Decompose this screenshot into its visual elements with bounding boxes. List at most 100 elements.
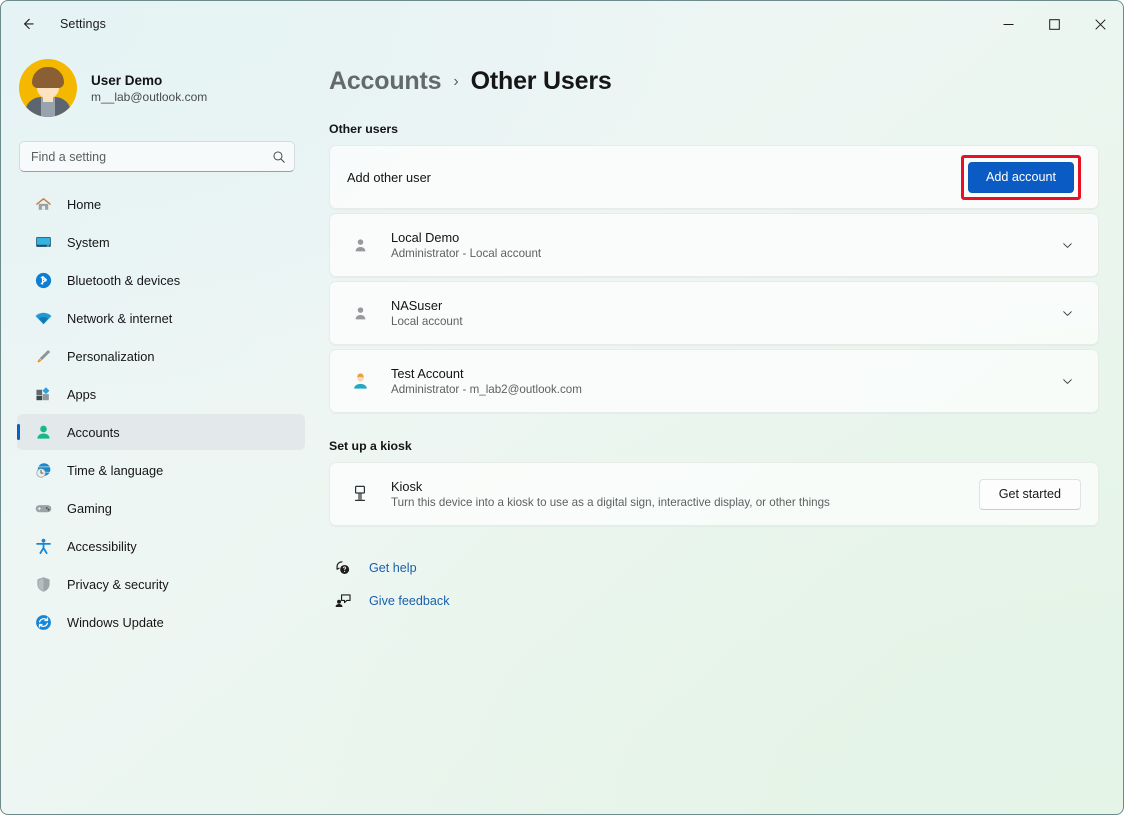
title-bar: Settings	[1, 1, 1123, 47]
sidebar-item-gaming[interactable]: Gaming	[17, 490, 305, 526]
search-box	[19, 141, 295, 172]
chevron-down-icon[interactable]	[1053, 231, 1081, 259]
sidebar-item-bluetooth-devices[interactable]: Bluetooth & devices	[17, 262, 305, 298]
search-input[interactable]	[19, 141, 295, 172]
table-row: Local Demo Administrator - Local account	[330, 214, 1098, 276]
main-content: Accounts › Other Users Other users Add o…	[321, 47, 1123, 814]
table-row: NASuser Local account	[330, 282, 1098, 344]
kiosk-row: Kiosk Turn this device into a kiosk to u…	[330, 463, 1098, 525]
kiosk-card: Kiosk Turn this device into a kiosk to u…	[329, 462, 1099, 526]
breadcrumb-parent[interactable]: Accounts	[329, 67, 442, 96]
sidebar: User Demo m__lab@outlook.com Find a sett…	[1, 47, 321, 814]
add-other-user-row: Add other user Add account	[330, 146, 1098, 208]
sidebar-item-label: Bluetooth & devices	[67, 272, 181, 288]
help-icon	[333, 558, 353, 578]
wifi-icon	[33, 308, 53, 328]
profile-block[interactable]: User Demo m__lab@outlook.com	[17, 47, 305, 127]
sidebar-item-apps[interactable]: Apps	[17, 376, 305, 412]
profile-name: User Demo	[91, 72, 163, 88]
sidebar-item-label: Time & language	[67, 462, 164, 478]
shield-icon	[33, 574, 53, 594]
sidebar-item-windows-update[interactable]: Windows Update	[17, 604, 305, 640]
person-generic-icon	[347, 304, 373, 323]
give-feedback-link[interactable]: Give feedback	[369, 594, 450, 608]
profile-email: m__lab@outlook.com	[91, 89, 208, 104]
close-button[interactable]	[1077, 1, 1123, 47]
account-name: Local Demo	[391, 230, 460, 245]
sidebar-item-accessibility[interactable]: Accessibility	[17, 528, 305, 564]
sidebar-item-label: Apps	[67, 386, 97, 402]
kiosk-title: Kiosk	[391, 479, 423, 494]
page-title: Other Users	[470, 67, 612, 95]
get-help-link-row[interactable]: Get help	[329, 554, 1103, 582]
maximize-icon	[1048, 18, 1060, 30]
account-name: NASuser	[391, 298, 443, 313]
table-row: Test Account Administrator - m_lab2@outl…	[330, 350, 1098, 412]
system-icon	[33, 232, 53, 252]
accounts-icon	[33, 422, 53, 442]
clock-globe-icon	[33, 460, 53, 480]
home-icon	[33, 194, 53, 214]
add-account-highlight-box: Add account	[960, 154, 1081, 200]
sidebar-item-label: Privacy & security	[67, 576, 169, 592]
add-other-user-label: Add other user	[347, 169, 431, 185]
sidebar-item-label: System	[67, 234, 110, 250]
arrow-left-icon	[24, 18, 34, 30]
bluetooth-icon	[33, 270, 53, 290]
back-button[interactable]	[12, 8, 44, 40]
sidebar-item-privacy-security[interactable]: Privacy & security	[17, 566, 305, 602]
minimize-icon	[1003, 23, 1013, 25]
breadcrumb: Accounts › Other Users	[329, 57, 1103, 96]
get-started-button[interactable]: Get started	[978, 478, 1081, 510]
sidebar-item-time-language[interactable]: Time & language	[17, 452, 305, 488]
kiosk-detail: Turn this device into a kiosk to use as …	[391, 496, 830, 509]
kiosk-section-label: Set up a kiosk	[329, 439, 412, 453]
sidebar-item-home[interactable]: Home	[17, 186, 305, 222]
navigation-list: Home System Bluetooth & devices Network …	[17, 186, 305, 640]
sidebar-item-label: Personalization	[67, 348, 155, 364]
sidebar-item-label: Accounts	[67, 424, 120, 440]
sidebar-item-system[interactable]: System	[17, 224, 305, 260]
paintbrush-icon	[33, 346, 53, 366]
kiosk-icon	[347, 484, 373, 504]
minimize-button[interactable]	[985, 1, 1031, 47]
account-name: Test Account	[391, 366, 464, 381]
person-color-icon	[347, 371, 373, 392]
account-detail: Administrator - Local account	[391, 247, 542, 260]
gamepad-icon	[33, 498, 53, 518]
get-help-link[interactable]: Get help	[369, 561, 417, 575]
sidebar-item-label: Windows Update	[67, 614, 164, 630]
person-generic-icon	[347, 236, 373, 255]
account-card[interactable]: Test Account Administrator - m_lab2@outl…	[329, 349, 1099, 413]
account-card[interactable]: NASuser Local account	[329, 281, 1099, 345]
search-icon	[272, 150, 285, 163]
app-title: Settings	[60, 17, 106, 31]
other-users-section-label: Other users	[329, 122, 399, 136]
close-icon	[1094, 18, 1106, 30]
search-button[interactable]	[266, 144, 291, 169]
update-icon	[33, 612, 53, 632]
sidebar-item-label: Home	[67, 196, 102, 212]
sidebar-item-personalization[interactable]: Personalization	[17, 338, 305, 374]
add-other-user-card: Add other user Add account	[329, 145, 1099, 209]
add-account-button[interactable]: Add account	[967, 161, 1074, 193]
give-feedback-link-row[interactable]: Give feedback	[329, 587, 1103, 615]
accessibility-icon	[33, 536, 53, 556]
sidebar-item-label: Gaming	[67, 500, 112, 516]
maximize-button[interactable]	[1031, 1, 1077, 47]
account-detail: Administrator - m_lab2@outlook.com	[391, 383, 582, 396]
chevron-down-icon[interactable]	[1053, 367, 1081, 395]
settings-window: Settings User Demo m__lab@outlook.com Fi…	[0, 0, 1124, 815]
chevron-down-icon[interactable]	[1053, 299, 1081, 327]
window-controls	[985, 1, 1123, 47]
account-detail: Local account	[391, 315, 463, 328]
sidebar-item-network-internet[interactable]: Network & internet	[17, 300, 305, 336]
sidebar-item-label: Network & internet	[67, 310, 173, 326]
footer-links: Get help Give feedback	[329, 554, 1103, 615]
feedback-icon	[333, 591, 353, 611]
sidebar-item-label: Accessibility	[67, 538, 137, 554]
avatar	[19, 59, 77, 117]
breadcrumb-separator-icon: ›	[453, 73, 459, 90]
account-card[interactable]: Local Demo Administrator - Local account	[329, 213, 1099, 277]
sidebar-item-accounts[interactable]: Accounts	[17, 414, 305, 450]
